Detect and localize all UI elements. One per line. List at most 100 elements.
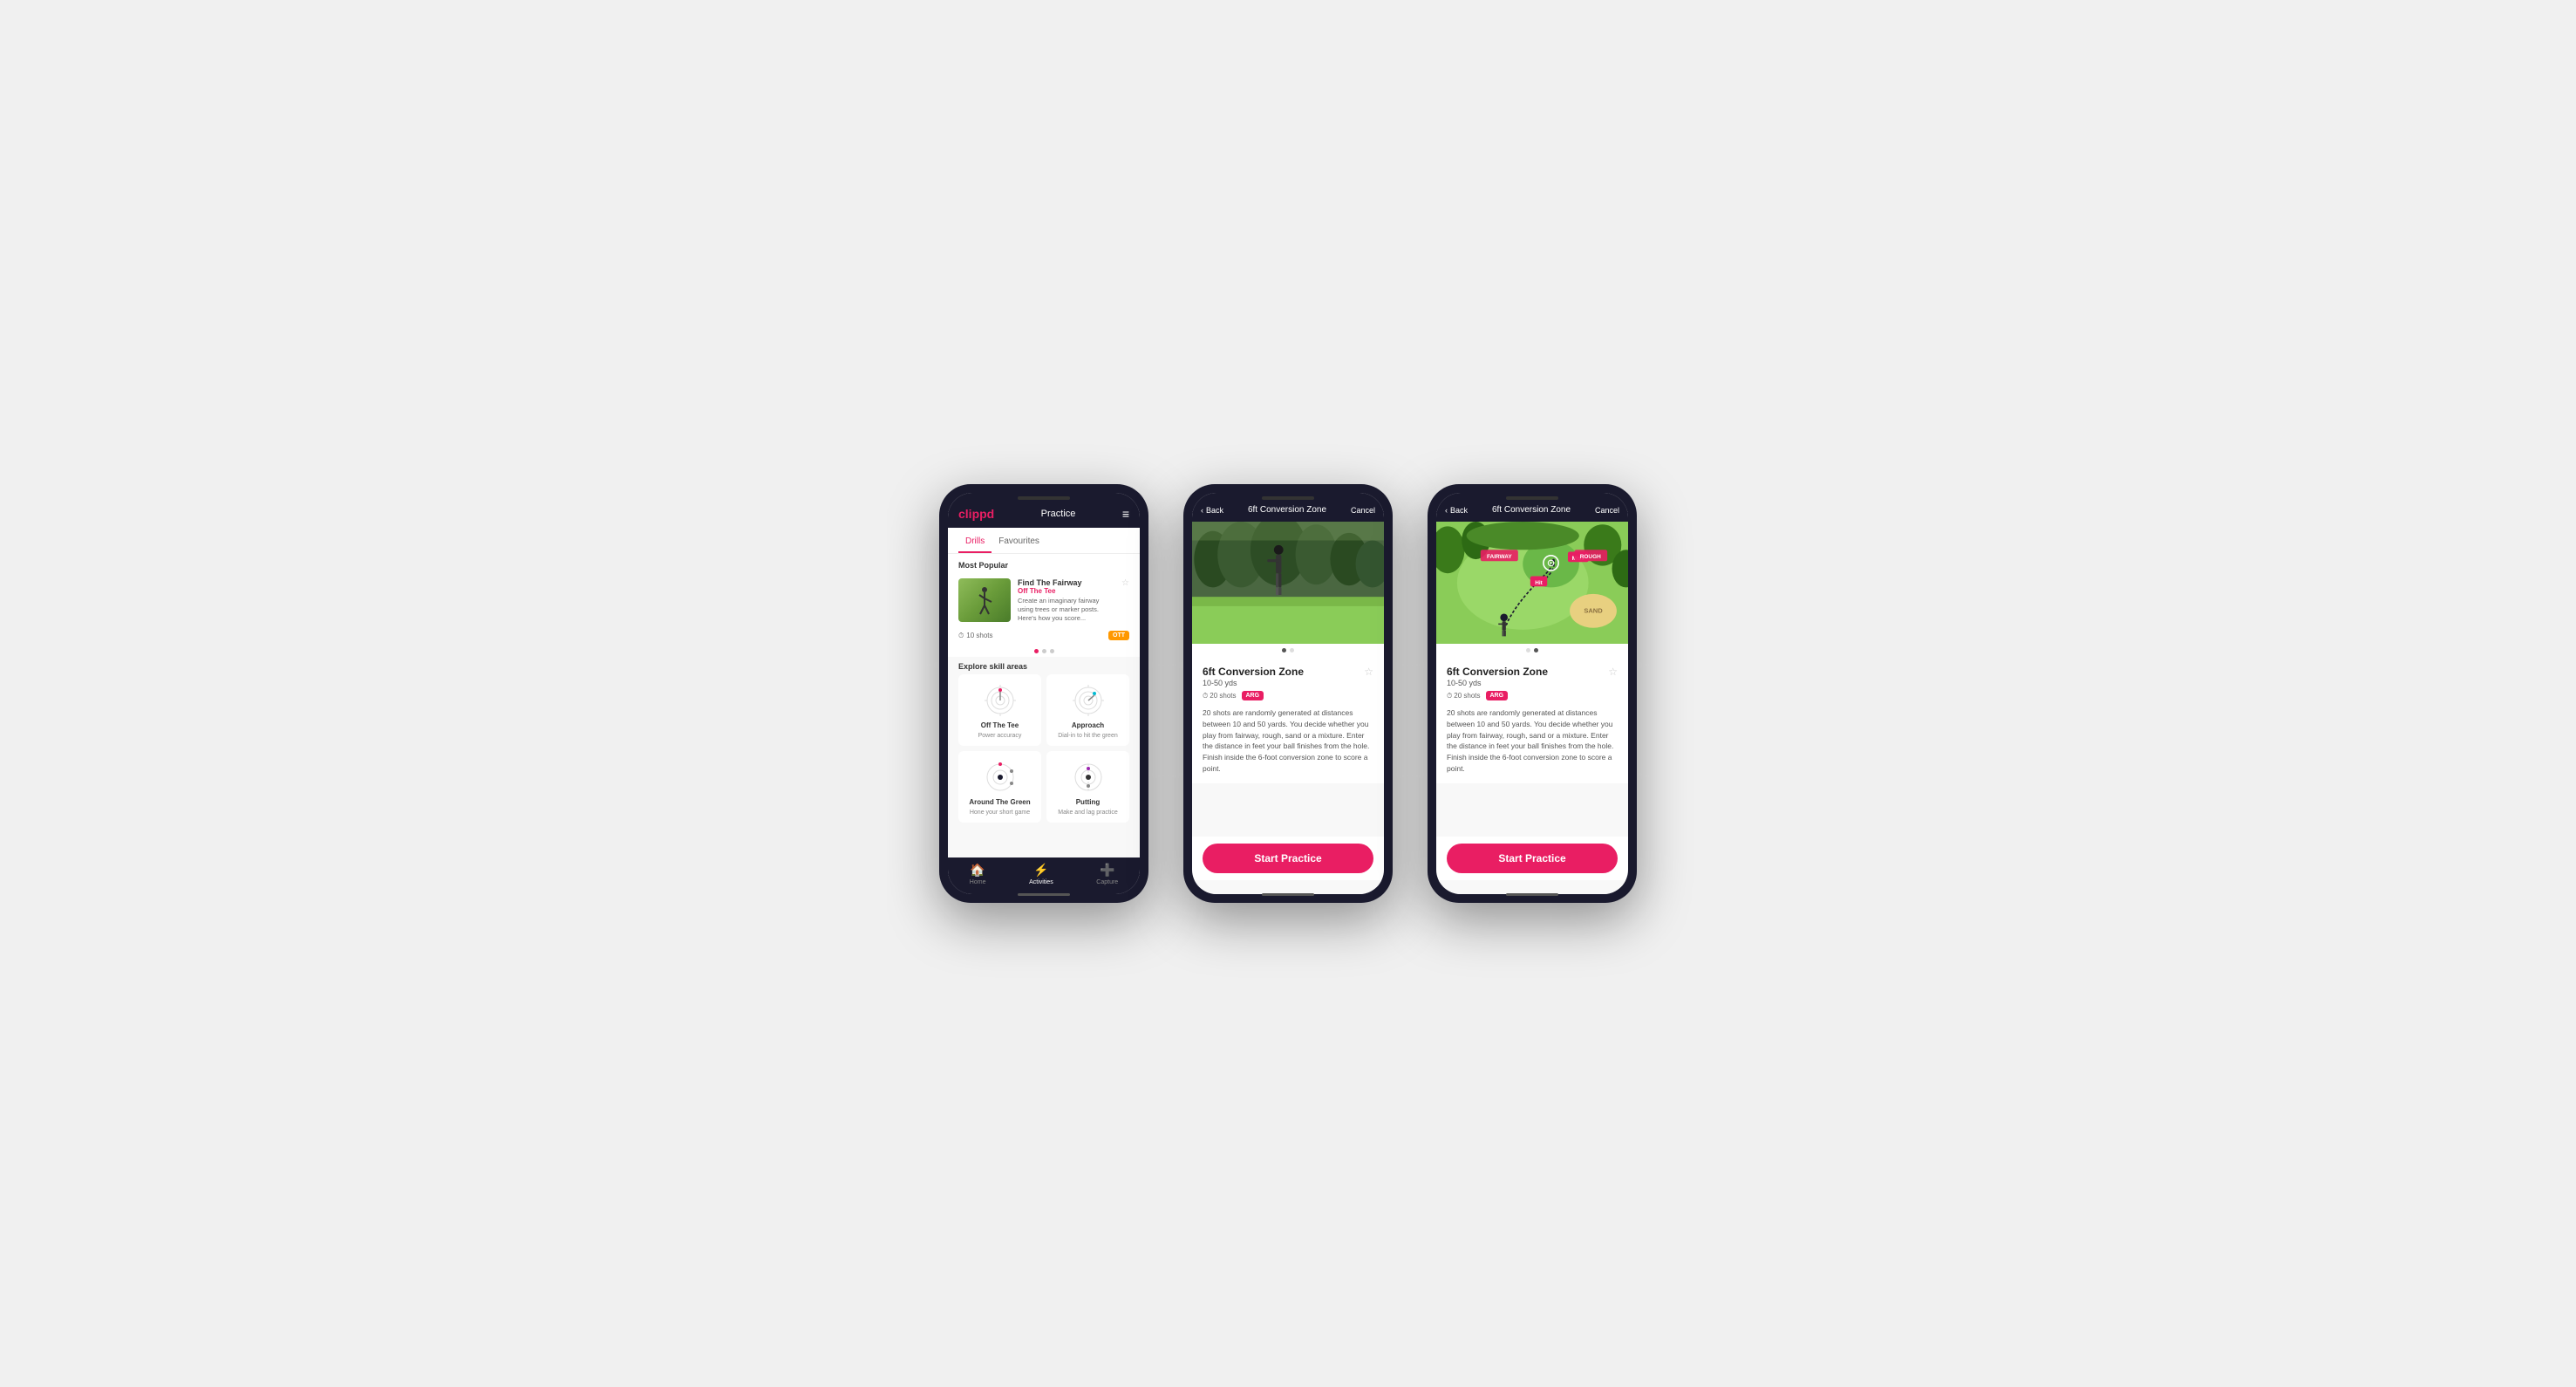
content-spacer [1192,783,1384,837]
approach-desc: Dial-in to hit the green [1058,733,1117,739]
header-title: 6ft Conversion Zone [1492,505,1571,515]
ott-desc: Power accuracy [978,733,1022,739]
phone-1-screen: clippd Practice ≡ Drills Favourites Most… [948,493,1140,894]
favourite-star[interactable]: ☆ [1364,666,1373,678]
phone-3-screen: ‹ Back 6ft Conversion Zone Cancel [1436,493,1628,894]
img-dot-1[interactable] [1282,648,1286,653]
phone-2: ‹ Back 6ft Conversion Zone Cancel [1183,484,1393,903]
activities-icon: ⚡ [1033,863,1048,878]
drill-range: 10-50 yds [1203,679,1304,687]
back-label: Back [1450,506,1468,515]
drill-meta: ⏱ 20 shots ARG [1447,691,1618,700]
clock-icon: ⏱ [1203,692,1208,700]
cancel-button[interactable]: Cancel [1595,506,1619,515]
approach-icon [1067,683,1110,718]
svg-text:FAIRWAY: FAIRWAY [1487,554,1512,560]
phones-container: clippd Practice ≡ Drills Favourites Most… [939,484,1637,903]
app-logo: clippd [958,507,994,521]
drill-image-map: Miss Hit SAND FAIRWAY ROUGH [1436,522,1628,644]
drill-name: 6ft Conversion Zone [1447,666,1548,678]
carousel-dots [948,646,1140,657]
back-button[interactable]: ‹ Back [1445,506,1468,515]
drill-detail: 6ft Conversion Zone 10-50 yds ☆ ⏱ 20 sho… [1436,657,1628,783]
nav-activities[interactable]: ⚡ Activities [1029,863,1053,885]
golf-map-svg: Miss Hit SAND FAIRWAY ROUGH [1436,522,1628,644]
bottom-navigation: 🏠 Home ⚡ Activities ➕ Capture [948,857,1140,894]
home-icon: 🏠 [970,863,985,878]
svg-text:SAND: SAND [1584,606,1603,614]
header-title: Practice [1041,509,1076,519]
dot-2[interactable] [1042,649,1046,653]
drill-meta: ⏱ 20 shots ARG [1203,691,1373,700]
capture-label: Capture [1096,879,1118,885]
most-popular-title: Most Popular [948,554,1140,573]
drill-description: 20 shots are randomly generated at dista… [1447,707,1618,775]
phone2-header: ‹ Back 6ft Conversion Zone Cancel [1192,493,1384,522]
putting-desc: Make and lag practice [1058,810,1117,816]
skill-card-ott[interactable]: Off The Tee Power accuracy [958,674,1041,746]
start-practice-button[interactable]: Start Practice [1203,844,1373,873]
header-title: 6ft Conversion Zone [1248,505,1326,515]
drill-image-photo [1192,522,1384,644]
golf-photo-svg [1192,522,1384,644]
putting-name: Putting [1076,798,1101,806]
svg-text:ROUGH: ROUGH [1580,554,1601,560]
nav-capture[interactable]: ➕ Capture [1096,863,1118,885]
phone-3: ‹ Back 6ft Conversion Zone Cancel [1428,484,1637,903]
drill-info: Find The Fairway Off The Tee Create an i… [1018,578,1114,622]
drill-header: 6ft Conversion Zone 10-50 yds ☆ [1203,666,1373,687]
nav-home[interactable]: 🏠 Home [970,863,986,885]
img-dot-1[interactable] [1526,648,1530,653]
drill-name: 6ft Conversion Zone [1203,666,1304,678]
bottom-spacer [1192,880,1384,894]
bottom-spacer [1436,880,1628,894]
image-dots [1192,644,1384,657]
drill-description: Create an imaginary fairway using trees … [1018,597,1114,622]
phone3-header: ‹ Back 6ft Conversion Zone Cancel [1436,493,1628,522]
svg-text:Hit: Hit [1535,580,1543,586]
drill-detail: 6ft Conversion Zone 10-50 yds ☆ ⏱ 20 sho… [1192,657,1384,783]
activities-label: Activities [1029,879,1053,885]
tab-favourites[interactable]: Favourites [992,533,1046,553]
back-label: Back [1206,506,1223,515]
drill-title-group: 6ft Conversion Zone 10-50 yds [1203,666,1304,687]
capture-icon: ➕ [1100,863,1114,878]
arg-badge: ARG [1486,691,1509,700]
favourite-star[interactable]: ☆ [1608,666,1618,678]
drill-thumbnail [958,578,1011,622]
menu-icon[interactable]: ≡ [1122,507,1129,521]
skill-grid: Off The Tee Power accuracy [948,674,1140,830]
shots-count: ⏱ 10 shots [958,632,993,640]
phone-1: clippd Practice ≡ Drills Favourites Most… [939,484,1148,903]
skill-card-putting[interactable]: Putting Make and lag practice [1046,751,1129,823]
featured-drill-card[interactable]: Find The Fairway Off The Tee Create an i… [948,573,1140,627]
img-dot-2[interactable] [1290,648,1294,653]
dot-3[interactable] [1050,649,1054,653]
back-icon: ‹ [1445,506,1448,515]
putting-icon [1067,760,1110,795]
start-practice-button[interactable]: Start Practice [1447,844,1618,873]
ott-badge: OTT [1108,631,1129,640]
shots-count: ⏱ 20 shots [1203,692,1237,700]
skill-card-arg[interactable]: Around The Green Hone your short game [958,751,1041,823]
tabs-bar: Drills Favourites [948,528,1140,554]
drill-title-group: 6ft Conversion Zone 10-50 yds [1447,666,1548,687]
cancel-button[interactable]: Cancel [1351,506,1375,515]
back-icon: ‹ [1201,506,1203,515]
dot-1[interactable] [1034,649,1039,653]
back-button[interactable]: ‹ Back [1201,506,1223,515]
drill-title: Find The Fairway [1018,578,1114,587]
drill-header: 6ft Conversion Zone 10-50 yds ☆ [1447,666,1618,687]
arg-badge: ARG [1242,691,1264,700]
phone-2-screen: ‹ Back 6ft Conversion Zone Cancel [1192,493,1384,894]
phone1-header: clippd Practice ≡ [948,493,1140,528]
img-dot-2[interactable] [1534,648,1538,653]
drill-subtitle: Off The Tee [1018,587,1114,595]
tab-drills[interactable]: Drills [958,533,992,553]
skill-card-approach[interactable]: Approach Dial-in to hit the green [1046,674,1129,746]
home-label: Home [970,879,986,885]
shots-count: ⏱ 20 shots [1447,692,1481,700]
golfer-icon [967,583,1002,618]
favourite-star[interactable]: ☆ [1121,578,1129,588]
drill-range: 10-50 yds [1447,679,1548,687]
